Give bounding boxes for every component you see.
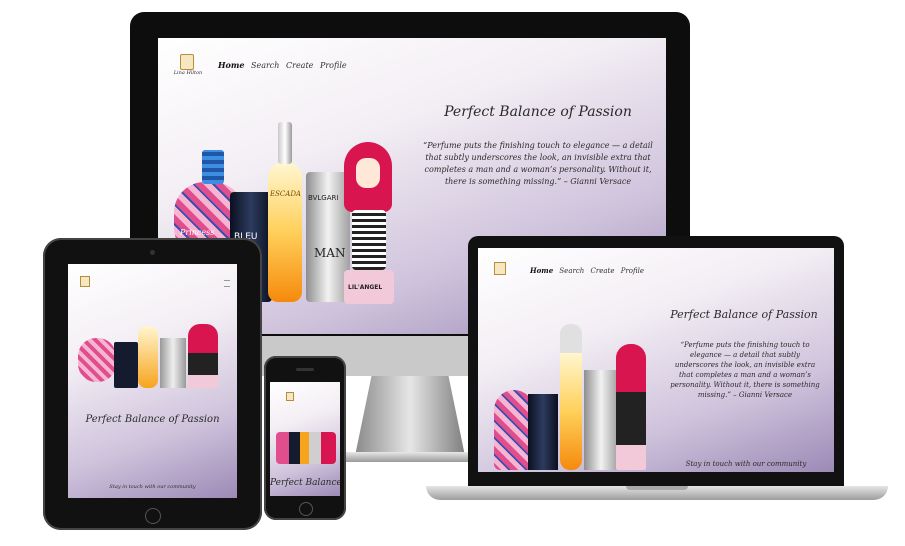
hero-title: Perfect Balance of Passion	[444, 104, 632, 120]
tablet-hero-title: Perfect Balance of Passion	[85, 414, 220, 425]
brand-caption: Lina Hilton	[173, 70, 203, 76]
tablet-menu-icon[interactable]	[224, 280, 230, 287]
main-nav: Home Search Create Profile	[218, 60, 351, 70]
angel-face	[356, 158, 380, 188]
tablet-angel-bottle	[188, 324, 218, 388]
laptop-logo-icon[interactable]	[494, 262, 506, 275]
tablet-logo-icon	[80, 276, 90, 287]
gold-bottle	[268, 162, 302, 302]
hero-quote: “Perfume puts the finishing touch to ele…	[423, 141, 653, 186]
laptop-gold-bottle	[560, 324, 582, 470]
nav-home[interactable]: Home	[218, 60, 244, 70]
laptop-nav-search[interactable]: Search	[559, 267, 584, 275]
bvlgari-label: MAN	[314, 246, 346, 260]
tablet-heart-bottle	[78, 338, 116, 382]
laptop-footer-text: Stay in touch with our community	[685, 460, 807, 468]
laptop-nav-home[interactable]: Home	[530, 266, 553, 275]
phone-speaker	[296, 368, 314, 371]
brand-logo[interactable]: Lina Hilton	[174, 54, 202, 80]
laptop-nav: Home Search Create Profile	[530, 266, 648, 275]
perfume-logo-icon	[180, 54, 194, 70]
laptop-angel-bottle	[616, 344, 646, 470]
phone-screen: Perfect Balance of Passion	[270, 382, 340, 496]
laptop-hero-title: Perfect Balance of Passion	[670, 308, 818, 321]
phone-home-button[interactable]	[299, 502, 313, 516]
angel-body	[352, 210, 386, 270]
heart-crown	[202, 150, 224, 184]
tablet-bottles	[78, 324, 228, 394]
nav-search[interactable]: Search	[251, 61, 279, 70]
laptop-blue-bottle	[528, 394, 558, 470]
tablet-blue-bottle	[114, 342, 138, 388]
tablet-gold-bottle	[138, 326, 158, 388]
bvlgari-label-top: BVLGARI	[308, 194, 339, 202]
laptop-notch	[626, 486, 688, 490]
laptop-hero-quote: “Perfume puts the finishing touch to ele…	[670, 341, 820, 399]
laptop-nav-create[interactable]: Create	[591, 267, 615, 275]
tablet-camera	[150, 250, 155, 255]
monitor-stand	[355, 376, 465, 456]
heart-label: Princess	[180, 228, 215, 237]
laptop-screen: Home Search Create Profile Perfect Balan…	[478, 248, 834, 472]
tablet-footer-text: Stay in touch with our community	[109, 484, 196, 490]
tablet-screen: Perfect Balance of Passion Stay in touch…	[68, 264, 237, 498]
monitor-base	[330, 452, 490, 462]
nav-profile[interactable]: Profile	[320, 61, 347, 70]
phone-bottles	[276, 432, 336, 464]
tablet-silver-bottle	[160, 338, 186, 388]
phone-hero-title: Perfect Balance of Passion	[270, 478, 340, 488]
angel-label: LIL'ANGEL	[348, 284, 383, 291]
laptop-bottles	[494, 320, 646, 470]
laptop-nav-profile[interactable]: Profile	[621, 267, 644, 275]
laptop-silver-bottle	[584, 370, 618, 470]
gold-cap	[278, 122, 292, 164]
phone-logo-icon	[286, 392, 294, 401]
nav-create[interactable]: Create	[286, 61, 313, 70]
gold-label: ESCADA	[270, 190, 301, 198]
tablet-home-button[interactable]	[145, 508, 161, 524]
